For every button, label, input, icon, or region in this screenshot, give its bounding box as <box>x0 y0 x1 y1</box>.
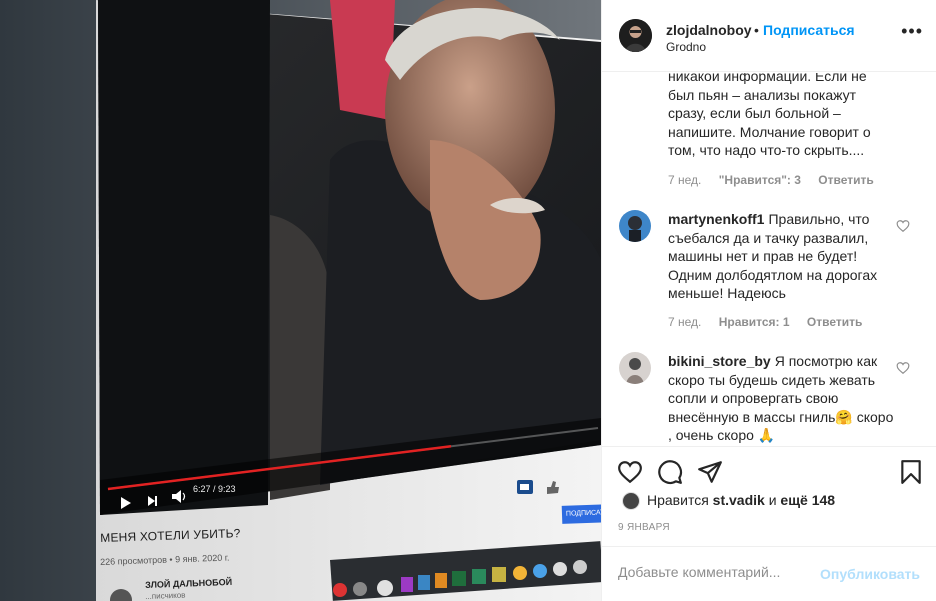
separator-dot: • <box>754 22 759 38</box>
likes-others[interactable]: ещё 148 <box>780 492 835 508</box>
comment-meta: 7 нед. Нравится: 1 Ответить <box>668 315 876 329</box>
share-send-icon[interactable] <box>697 459 723 485</box>
like-heart-icon[interactable] <box>617 459 643 485</box>
dock-app-icon <box>401 577 413 592</box>
comment-text: bikini_store_by Я посмотрю как скоро ты б… <box>668 352 896 445</box>
comment-username[interactable]: martynenkoff1 <box>668 211 764 227</box>
comment-likes[interactable]: Нравится: 1 <box>719 315 790 329</box>
next-icon-bar <box>155 496 157 506</box>
comments-list[interactable]: никакой информации. Если не был пьян – а… <box>602 73 936 445</box>
dock-app-icon <box>533 564 547 578</box>
dock-app-icon <box>333 583 347 597</box>
post-location[interactable]: Grodno <box>666 40 706 54</box>
comment-reply-button[interactable]: Ответить <box>818 173 873 187</box>
liker-username[interactable]: st.vadik <box>713 492 765 508</box>
comment-age: 7 нед. <box>668 315 702 329</box>
dock-app-icon <box>553 562 567 576</box>
author-avatar[interactable] <box>619 19 652 52</box>
comment-text: никакой информации. Если не был пьян – а… <box>668 73 871 158</box>
dock-app-icon <box>353 582 367 596</box>
likes-and: и <box>768 492 777 508</box>
liker-avatar <box>622 492 640 511</box>
add-comment-bar: Опубликовать <box>602 546 936 601</box>
youtube-subscribe-button: ПОДПИСАТЬСЯ <box>561 504 601 524</box>
photo-scene <box>0 0 601 601</box>
dock-app-icon <box>452 571 466 586</box>
post-sidebar: zlojdalnoboy • Подписаться Grodno ••• ни… <box>601 0 936 601</box>
publish-button[interactable]: Опубликовать <box>820 566 920 582</box>
comment-meta: 7 нед. "Нравится": 3 Ответить <box>668 173 888 187</box>
dock-app-icon <box>492 567 506 582</box>
channel-subs: ...писчиков <box>145 590 186 601</box>
likes-summary[interactable]: Нравится st.vadik и ещё 148 <box>622 492 835 512</box>
dock-app-icon <box>418 575 430 590</box>
video-time: 6:27 / 9:23 <box>193 484 236 494</box>
video-seat-left <box>98 0 270 515</box>
comment-likes[interactable]: "Нравится": 3 <box>719 173 801 187</box>
comment-username[interactable]: bikini_store_by <box>668 353 771 369</box>
save-bookmark-icon[interactable] <box>898 459 924 485</box>
comment-like-heart-icon[interactable] <box>896 361 910 375</box>
commenter-avatar-image <box>619 352 651 384</box>
dock-app-icon <box>377 580 393 596</box>
dock-app-icon <box>573 560 587 574</box>
author-username[interactable]: zlojdalnoboy <box>666 22 752 38</box>
likes-prefix: Нравится <box>647 492 709 508</box>
commenter-avatar-image <box>619 210 651 242</box>
post-header: zlojdalnoboy • Подписаться Grodno ••• <box>602 0 936 72</box>
comment-reply-button[interactable]: Ответить <box>807 315 862 329</box>
post-date[interactable]: 9 ЯНВАРЯ <box>618 522 670 533</box>
miniplayer-icon-screen <box>520 484 529 490</box>
dock-app-icon <box>435 573 447 588</box>
follow-button[interactable]: Подписаться <box>763 22 855 38</box>
comment-text: martynenkoff1 Правильно, что съебался да … <box>668 210 896 303</box>
dock-app-icon <box>513 566 527 580</box>
dock-app-icon <box>472 569 486 584</box>
author-avatar-image <box>619 19 652 52</box>
comment-age: 7 нед. <box>668 173 702 187</box>
commenter-avatar[interactable] <box>619 210 651 242</box>
comment-input[interactable] <box>618 564 818 580</box>
post-photo[interactable]: 6:27 / 9:23 МЕНЯ ХОТЕЛИ УБИТЬ? 226 просм… <box>0 0 601 601</box>
post-actions <box>602 446 936 496</box>
commenter-avatar[interactable] <box>619 352 651 384</box>
comment-like-heart-icon[interactable] <box>896 219 910 233</box>
more-options-icon[interactable]: ••• <box>901 22 923 40</box>
comment-bubble-icon[interactable] <box>657 459 683 485</box>
